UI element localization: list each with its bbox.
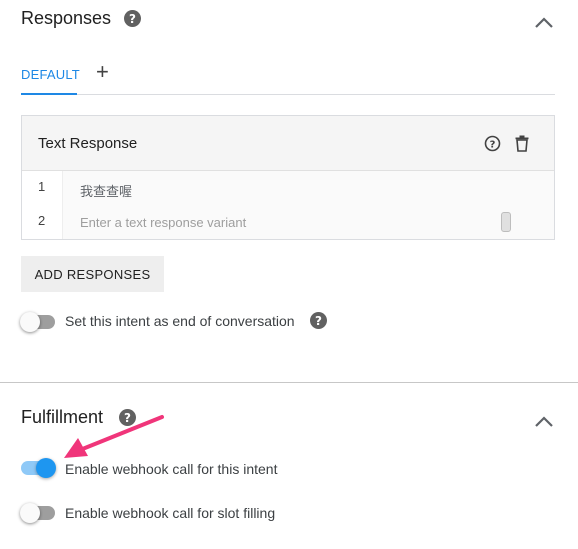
help-icon[interactable]: ? [124,10,141,27]
webhook-intent-label: Enable webhook call for this intent [65,461,278,477]
tab-active-indicator [21,93,77,95]
help-outline-icon[interactable]: ? [484,135,501,152]
annotation-arrow-icon [64,415,164,458]
card-title: Text Response [38,135,138,152]
row-number: 2 [38,213,46,228]
add-responses-button[interactable]: ADD RESPONSES [21,256,164,292]
delete-icon[interactable] [515,135,529,152]
end-conversation-label: Set this intent as end of conversation [65,313,295,329]
webhook-slot-label: Enable webhook call for slot filling [65,505,276,521]
webhook-intent-toggle[interactable] [20,457,58,479]
svg-text:?: ? [490,140,496,151]
chevron-up-icon[interactable] [534,17,554,29]
row-number: 1 [38,179,46,194]
webhook-slot-toggle[interactable] [20,502,56,524]
responses-title: Responses [21,8,112,28]
text-response-card: Text Response ? 1 我查查喔 2 Enter a text re… [21,115,555,240]
end-conversation-toggle[interactable] [20,311,56,333]
tab-default[interactable]: DEFAULT [21,67,80,82]
help-icon[interactable]: ? [310,312,327,329]
response-input-1[interactable]: 我查查喔 [80,181,132,200]
resize-handle[interactable] [501,212,511,232]
tabs-rule [21,94,555,95]
response-input-2[interactable]: Enter a text response variant [80,215,246,230]
add-tab-icon[interactable]: + [96,61,109,83]
chevron-up-icon[interactable] [534,416,554,428]
section-divider [0,382,578,383]
